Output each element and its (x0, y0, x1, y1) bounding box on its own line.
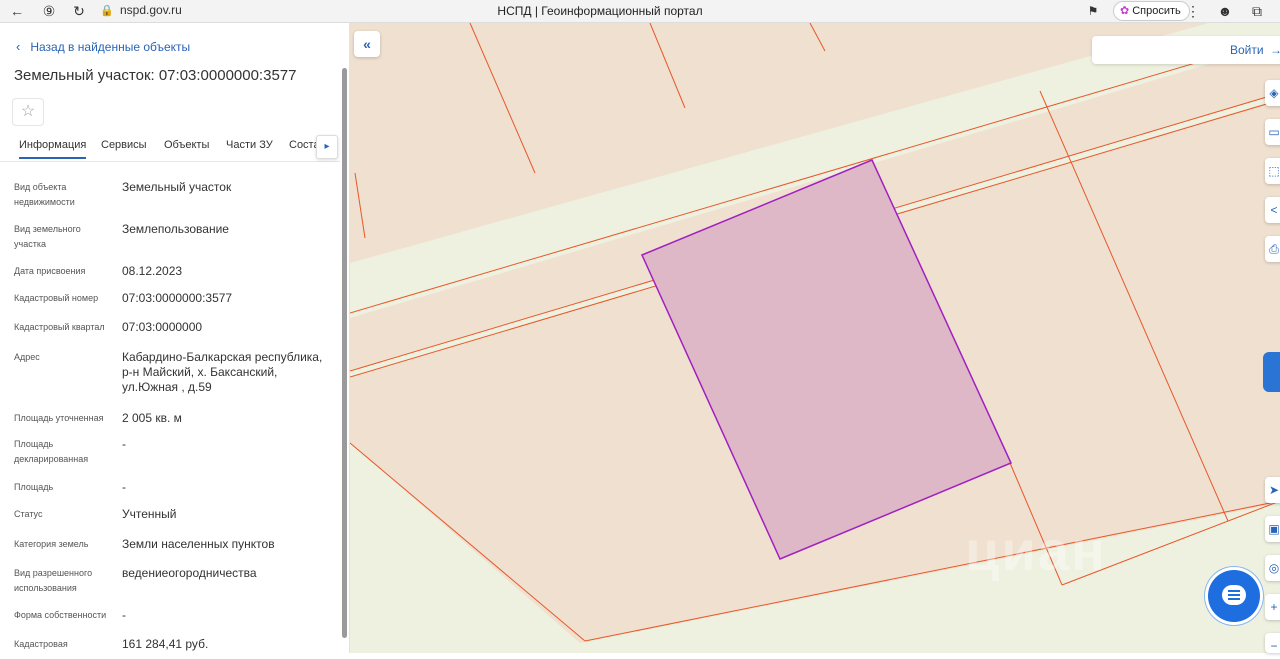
watermark-text: циан (965, 519, 1107, 582)
chat-icon (1222, 585, 1246, 605)
field-label: Статус (14, 509, 43, 519)
chat-button[interactable] (1208, 570, 1260, 622)
field-value: Кабардино-Балкарская республика, р-н Май… (122, 350, 323, 394)
tab-objects[interactable]: Объекты (164, 139, 209, 151)
ruler-icon[interactable]: ▭ (1265, 119, 1280, 145)
field-label: Площадь декларированная (14, 439, 89, 464)
map-canvas[interactable]: циан (350, 23, 1280, 653)
field-label: Площадь уточненная (14, 413, 104, 423)
screen-icon[interactable]: ▣ (1265, 516, 1280, 542)
field-label: Форма собственности (14, 610, 107, 620)
object-title: Земельный участок: 07:03:0000000:3577 (14, 67, 297, 84)
field-label: Вид земельного участка (14, 224, 81, 249)
field-value: 2 005 кв. м (122, 411, 182, 425)
field-label: Кадастровый квартал (14, 322, 105, 332)
field-label: Вид объекта недвижимости (14, 182, 75, 207)
ask-button[interactable]: ✿ Спросить (1113, 1, 1190, 21)
field-label: Адрес (14, 352, 40, 362)
field-value: 08.12.2023 (122, 264, 183, 278)
ai-icon: ✿ (1120, 5, 1130, 17)
field-value: Земли населенных пунктов (122, 537, 275, 551)
panel-scrollbar[interactable] (342, 68, 347, 638)
login-button[interactable]: Войти → (1092, 36, 1280, 64)
field-value: Земельный участок (122, 180, 232, 194)
bookmark-icon[interactable]: ⚑ (1084, 2, 1102, 20)
field-value: ведениеогородничества (122, 566, 257, 580)
field-value: 07:03:0000000 (122, 320, 203, 334)
field-label: Площадь (14, 482, 54, 492)
tab-information[interactable]: Информация (19, 139, 87, 159)
browser-toolbar: ← ⑨ ↻ 🔒 nspd.gov.ru НСПД | Геоинформацио… (0, 0, 1280, 23)
geolocation-icon[interactable]: ➤ (1265, 477, 1280, 503)
field-label: Категория земель (14, 539, 89, 549)
cadastral-map (350, 23, 1280, 653)
favorite-star-icon[interactable]: ☆ (12, 98, 44, 126)
field-value: - (122, 480, 126, 494)
object-info-panel: ‹ Назад в найденные объекты Земельный уча… (0, 23, 350, 653)
more-menu-icon[interactable]: ⋮ (1184, 2, 1202, 20)
login-arrow-icon: → (1270, 43, 1280, 57)
print-icon[interactable]: ⎙ (1265, 236, 1280, 262)
field-value: 07:03:0000000:3577 (122, 291, 233, 305)
field-value: - (122, 437, 126, 451)
field-value: Учтенный (122, 507, 177, 521)
tab-parts[interactable]: Части ЗУ (226, 139, 273, 151)
side-panel-tab[interactable] (1263, 352, 1280, 392)
zoom-in-icon[interactable]: + (1265, 594, 1280, 620)
tab-composition[interactable]: Соста (289, 139, 320, 151)
field-value: Землепользование (122, 222, 229, 236)
chevron-left-icon: ‹ (16, 39, 21, 54)
layers-icon[interactable]: ◈ (1265, 80, 1280, 106)
select-area-icon[interactable]: ⬚ (1265, 158, 1280, 184)
collapse-panel-icon[interactable]: « (354, 31, 380, 57)
zoom-out-icon[interactable]: − (1265, 633, 1280, 653)
back-to-results-link[interactable]: ‹ Назад в найденные объекты (16, 39, 190, 54)
map-pin-icon[interactable]: ◎ (1265, 555, 1280, 581)
page-title-tab: НСПД | Геоинформационный портал (497, 4, 703, 18)
field-label: Дата присвоения (14, 266, 86, 276)
field-label: Кадастровая (14, 639, 68, 649)
tab-services[interactable]: Сервисы (101, 139, 147, 151)
field-value: 161 284,41 руб. (122, 637, 209, 651)
share-icon[interactable]: < (1265, 197, 1280, 223)
field-value: - (122, 608, 126, 622)
field-label: Вид разрешенного использования (14, 568, 93, 593)
tabs-bar: Информация Сервисы Объекты Части ЗУ Сост… (0, 131, 340, 162)
field-label: Кадастровый номер (14, 293, 99, 303)
extensions-icon[interactable]: ⧉ (1248, 2, 1266, 20)
tabs-next-icon[interactable]: ▸ (316, 135, 338, 159)
avatar-icon[interactable]: ☻ (1216, 2, 1234, 20)
selected-parcel[interactable] (640, 159, 1013, 560)
